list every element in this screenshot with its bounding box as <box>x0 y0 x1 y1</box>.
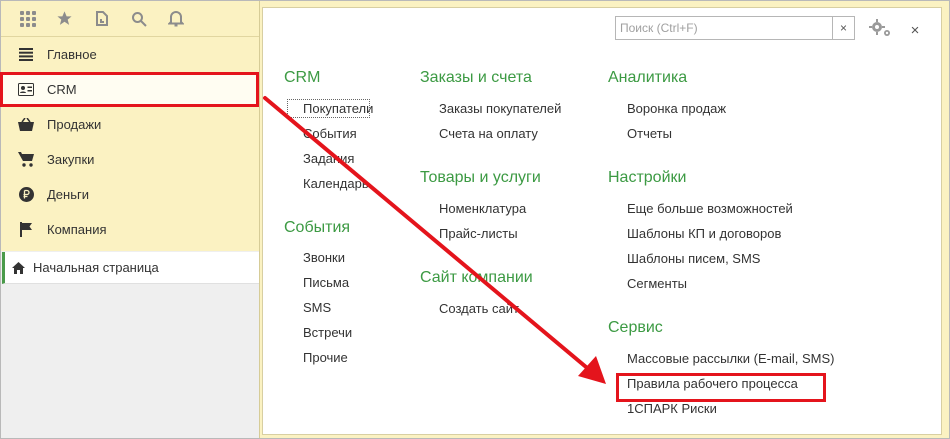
sidebar-item-label: Продажи <box>47 117 102 132</box>
clear-search-button[interactable]: × <box>832 17 854 39</box>
link-calls[interactable]: Звонки <box>284 245 373 270</box>
link-message-templates[interactable]: Шаблоны писем, SMS <box>608 246 835 271</box>
link-more-features[interactable]: Еще больше возможностей <box>608 196 835 221</box>
section-title-website: Сайт компании <box>420 269 533 286</box>
search-icon[interactable] <box>120 1 157 37</box>
basket-icon <box>18 117 34 133</box>
section-title-crm: CRM <box>284 69 321 86</box>
link-segments[interactable]: Сегменты <box>608 271 835 296</box>
column-analytics: Аналитика Воронка продаж Отчеты Настройк… <box>608 67 835 421</box>
link-invoices[interactable]: Счета на оплату <box>420 121 561 146</box>
search-box: × <box>615 16 855 40</box>
link-reports[interactable]: Отчеты <box>608 121 835 146</box>
close-icon[interactable]: × <box>905 20 925 40</box>
sidebar-item-sales[interactable]: Продажи <box>1 107 259 142</box>
home-page-label: Начальная страница <box>33 260 159 275</box>
column-crm: CRM Покупатели События Задания Календарь… <box>284 67 373 370</box>
sidebar-item-label: Деньги <box>47 187 89 202</box>
link-customer-orders[interactable]: Заказы покупателей <box>420 96 561 121</box>
sidebar-item-label: Главное <box>47 47 97 62</box>
link-calendar[interactable]: Календарь <box>284 171 373 196</box>
apps-grid-icon[interactable] <box>9 1 46 37</box>
link-meetings[interactable]: Встречи <box>284 320 373 345</box>
sidebar-item-main[interactable]: Главное <box>1 37 259 72</box>
section-panel: × × CRM Покупатели События Задания Кален… <box>260 1 949 438</box>
link-nomenclature[interactable]: Номенклатура <box>420 196 561 221</box>
column-orders: Заказы и счета Заказы покупателей Счета … <box>420 67 561 321</box>
ruble-coin-icon <box>18 187 34 203</box>
sidebar-item-purchases[interactable]: Закупки <box>1 142 259 177</box>
menu-lines-icon <box>18 47 34 63</box>
sidebar-item-company[interactable]: Компания <box>1 212 259 247</box>
home-icon <box>12 261 26 275</box>
link-proposal-templates[interactable]: Шаблоны КП и договоров <box>608 221 835 246</box>
section-menu: Главное CRM Продажи Закупки Деньги Компа… <box>0 37 259 247</box>
link-other[interactable]: Прочие <box>284 345 373 370</box>
search-input[interactable] <box>616 17 832 39</box>
sidebar-item-label: Закупки <box>47 152 95 167</box>
link-mass-mailing[interactable]: Массовые рассылки (E-mail, SMS) <box>608 346 835 371</box>
home-page-tab[interactable]: Начальная страница <box>2 252 259 284</box>
link-crm-events[interactable]: События <box>284 121 373 146</box>
link-sms[interactable]: SMS <box>284 295 373 320</box>
link-sales-funnel[interactable]: Воронка продаж <box>608 96 835 121</box>
section-title-settings: Настройки <box>608 169 687 186</box>
section-title-goods: Товары и услуги <box>420 169 541 186</box>
section-title-events: События <box>284 219 351 236</box>
sidebar-item-money[interactable]: Деньги <box>1 177 259 212</box>
flag-icon <box>18 222 34 238</box>
contact-card-icon <box>18 82 34 98</box>
section-title-orders: Заказы и счета <box>420 69 532 86</box>
link-letters[interactable]: Письма <box>284 270 373 295</box>
history-icon[interactable] <box>83 1 120 37</box>
link-customers[interactable]: Покупатели <box>284 96 373 121</box>
highlight-box-workflow-rules <box>616 373 826 402</box>
section-title-service: Сервис <box>608 319 663 336</box>
bell-icon[interactable] <box>157 1 194 37</box>
section-title-analytics: Аналитика <box>608 69 688 86</box>
sidebar-item-label: CRM <box>47 82 77 97</box>
link-create-site[interactable]: Создать сайт <box>420 296 561 321</box>
star-icon[interactable] <box>46 1 83 37</box>
cart-icon <box>18 152 34 168</box>
link-price-lists[interactable]: Прайс-листы <box>420 221 561 246</box>
sidebar-item-crm[interactable]: CRM <box>0 72 259 107</box>
top-toolbar <box>1 1 259 37</box>
gear-icon[interactable] <box>867 16 895 40</box>
link-tasks[interactable]: Задания <box>284 146 373 171</box>
sidebar-item-label: Компания <box>47 222 107 237</box>
